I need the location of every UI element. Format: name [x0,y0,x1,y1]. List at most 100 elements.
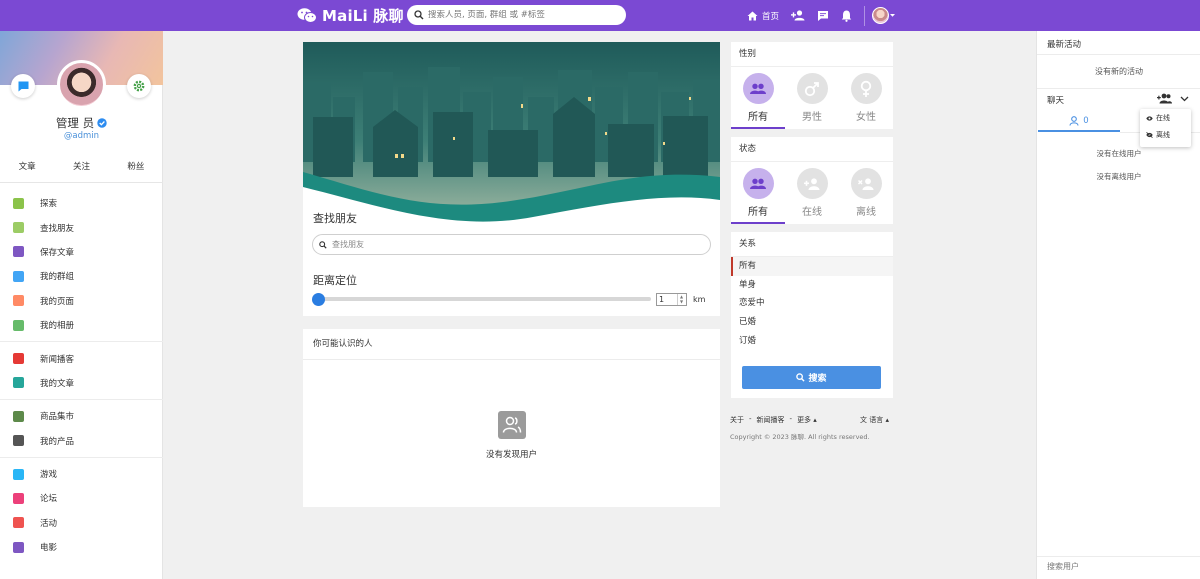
dropdown-label[interactable]: 离线 [1156,130,1170,140]
sidebar-item-label[interactable]: 保存文章 [40,246,74,258]
settings-button[interactable] [127,74,151,98]
group-add-icon[interactable] [1157,93,1172,104]
sidebar-item[interactable]: 保存文章 [0,240,163,264]
brand-logo[interactable]: MaiLi 脉聊 [297,5,404,25]
sidebar-item[interactable]: 论坛 [0,486,163,510]
distance-stepper[interactable]: ▲ ▼ [677,294,685,305]
friend-requests-button[interactable] [791,10,805,21]
stat-following[interactable]: 关注 [54,151,108,182]
distance-value[interactable]: 1 [659,295,664,304]
sidebar-item[interactable]: 我的文章 [0,371,163,395]
search-icon [414,10,424,20]
stat-posts[interactable]: 文章 [0,151,54,182]
sidebar-item[interactable]: 活动 [0,511,163,535]
distance-slider-thumb[interactable] [312,293,325,306]
sidebar-item-label[interactable]: 电影 [40,541,57,553]
gender-option-label[interactable]: 所有 [731,108,785,123]
filter-search-button[interactable]: 搜索 [742,366,881,389]
sidebar-item[interactable]: 我的页面 [0,289,163,313]
dropdown-label[interactable]: 在线 [1156,113,1170,123]
sidebar-item-label[interactable]: 查找朋友 [40,222,74,234]
gender-option-label[interactable]: 女性 [839,108,893,123]
find-friends-input[interactable] [332,240,692,249]
cart-icon [13,435,24,447]
sidebar-item-label[interactable]: 新闻播客 [40,353,74,365]
sidebar-item-label[interactable]: 游戏 [40,468,57,480]
status-option-label[interactable]: 在线 [785,203,839,218]
sidebar-item-label[interactable]: 商品集市 [40,410,74,422]
footer-links: 关于 - 新闻播客 - 更多 ▴ 文 语言 ▴ [730,415,894,425]
user-avatar[interactable] [872,7,890,24]
online-count[interactable]: 0 [1083,116,1088,126]
gear-icon [133,80,145,92]
relation-option-in-relationship[interactable]: 恋爱中 [731,294,893,313]
sidebar-item-label[interactable]: 论坛 [40,492,57,504]
profile-name[interactable]: 管理 员 [56,115,94,131]
sidebar-item[interactable]: 我的产品 [0,429,163,453]
sidebar-item-label[interactable]: 我的文章 [40,377,74,389]
sidebar-item[interactable]: 查找朋友 [0,215,163,239]
messages-button[interactable] [817,10,829,22]
stat-followers[interactable]: 粉丝 [109,151,163,182]
divider [1037,556,1200,557]
status-option-offline[interactable]: 离线 [839,162,893,224]
status-option-label[interactable]: 所有 [731,203,785,218]
global-search-input[interactable] [428,10,618,20]
status-option-online[interactable]: 在线 [785,162,839,224]
relation-option-all[interactable]: 所有 [731,257,893,276]
search-users-input[interactable] [1047,562,1187,571]
relation-option-engaged[interactable]: 订婚 [731,332,893,351]
gender-option-male[interactable]: 男性 [785,67,839,129]
sidebar-item[interactable]: 电影 [0,535,163,559]
gender-filter-title: 性别 [731,42,893,67]
gender-option-label[interactable]: 男性 [785,108,839,123]
sidebar-item[interactable]: 我的群组 [0,264,163,288]
status-option-all[interactable]: 所有 [731,162,785,224]
status-filter-card: 状态 所有 在线 离线 [731,137,893,224]
people-you-may-know-card: 你可能认识的人 没有发现用户 [303,329,720,507]
user-icon [1069,116,1079,126]
sidebar-item[interactable]: 新闻播客 [0,346,163,370]
sidebar-item-label[interactable]: 我的群组 [40,270,74,282]
relation-option-single[interactable]: 单身 [731,276,893,295]
tab-online-users[interactable]: 0 [1038,112,1120,132]
profile-handle[interactable]: @admin [0,131,163,141]
message-profile-button[interactable] [11,74,35,98]
gamepad-icon [13,468,24,480]
filter-search-label[interactable]: 搜索 [808,371,826,384]
distance-number-input[interactable]: 1 ▲ ▼ [656,293,687,306]
sidebar-item[interactable]: 商品集市 [0,404,163,428]
dropdown-item-offline[interactable]: 离线 [1140,127,1191,143]
footer-link-more[interactable]: 更多 ▴ [797,415,817,425]
find-friends-search[interactable] [312,234,711,255]
footer-link-about[interactable]: 关于 [730,415,744,425]
brand-name[interactable]: MaiLi 脉聊 [322,5,404,26]
chevron-down-icon[interactable] [1180,96,1189,102]
verified-badge-icon [97,118,107,128]
gender-option-all[interactable]: 所有 [731,67,785,129]
footer-link-news[interactable]: 新闻播客 [757,415,785,425]
sidebar-item-label[interactable]: 我的页面 [40,295,74,307]
global-search[interactable] [407,5,626,25]
home-label[interactable]: 首页 [762,10,779,22]
sidebar-item-label[interactable]: 活动 [40,517,57,529]
sidebar-item[interactable]: 游戏 [0,462,163,486]
home-icon [747,11,758,20]
sidebar-item-label[interactable]: 我的相册 [40,319,74,331]
gender-option-female[interactable]: 女性 [839,67,893,129]
distance-slider-track[interactable] [319,297,651,301]
sidebar-item[interactable]: 我的相册 [0,313,163,337]
calendar-icon [13,517,24,529]
dropdown-item-online[interactable]: 在线 [1140,110,1191,126]
status-option-label[interactable]: 离线 [839,203,893,218]
sidebar-item-label[interactable]: 我的产品 [40,435,74,447]
relation-option-married[interactable]: 已婚 [731,313,893,332]
sidebar-item[interactable]: 探索 [0,191,163,215]
footer-language-selector[interactable]: 文 语言 ▴ [860,415,889,425]
profile-avatar[interactable] [57,60,106,109]
user-menu-button[interactable] [872,7,896,24]
home-link[interactable]: 首页 [747,10,779,22]
sidebar-item-label[interactable]: 探索 [40,197,57,209]
wechat-logo-icon [297,7,317,23]
notifications-button[interactable] [841,10,852,22]
